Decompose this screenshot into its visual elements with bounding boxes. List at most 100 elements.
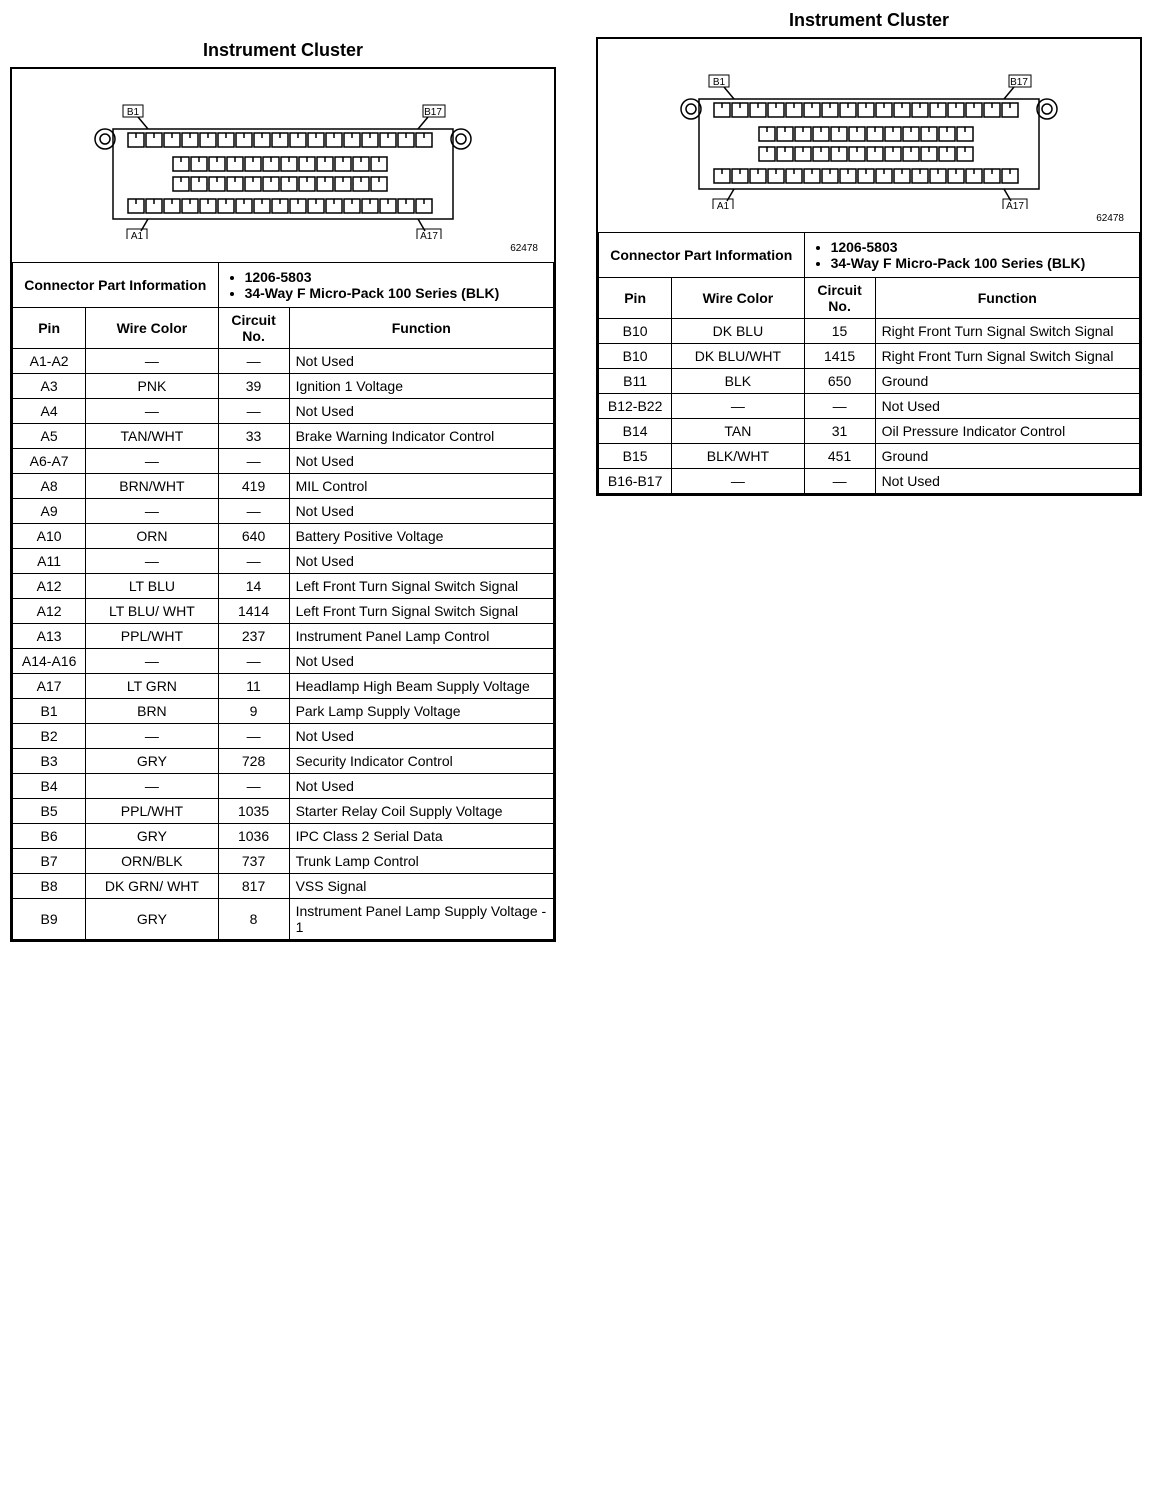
func-cell: Ground: [875, 369, 1139, 394]
table-row: B14TAN31Oil Pressure Indicator Control: [599, 419, 1140, 444]
column-headers: Pin Wire Color Circuit No. Function: [13, 308, 554, 349]
header-function: Function: [289, 308, 553, 349]
func-cell: Not Used: [289, 724, 553, 749]
pin-cell: B4: [13, 774, 86, 799]
table-row: A9——Not Used: [13, 499, 554, 524]
circuit-cell: —: [218, 349, 289, 374]
circuit-cell: 15: [804, 319, 875, 344]
pinout-table-left: Connector Part Information 1206-5803 34-…: [12, 262, 554, 940]
pin-cell: B3: [13, 749, 86, 774]
connector-info-item: 34-Way F Micro-Pack 100 Series (BLK): [831, 255, 1131, 271]
wire-cell: —: [86, 399, 218, 424]
diagram-number-right: 62478: [608, 213, 1130, 224]
pin-cell: A6-A7: [13, 449, 86, 474]
wire-cell: —: [86, 549, 218, 574]
column-headers: Pin Wire Color Circuit No. Function: [599, 278, 1140, 319]
circuit-cell: 640: [218, 524, 289, 549]
table-row: A4——Not Used: [13, 399, 554, 424]
func-cell: Not Used: [289, 449, 553, 474]
wire-cell: TAN: [672, 419, 804, 444]
table-row: B15BLK/WHT451Ground: [599, 444, 1140, 469]
pin-cell: B10: [599, 344, 672, 369]
wire-cell: PPL/WHT: [86, 799, 218, 824]
circuit-cell: 31: [804, 419, 875, 444]
func-cell: Right Front Turn Signal Switch Signal: [875, 344, 1139, 369]
circuit-cell: 9: [218, 699, 289, 724]
circuit-cell: —: [218, 499, 289, 524]
wire-cell: LT BLU: [86, 574, 218, 599]
func-cell: MIL Control: [289, 474, 553, 499]
connector-label: Connector Part Information: [13, 263, 219, 308]
func-cell: Not Used: [289, 549, 553, 574]
label-b17: B17: [1010, 77, 1028, 88]
pin-cell: A5: [13, 424, 86, 449]
right-column: Instrument Cluster B1 B17 A: [596, 10, 1142, 496]
label-b17: B17: [424, 107, 442, 118]
header-wire: Wire Color: [86, 308, 218, 349]
wire-cell: BLK: [672, 369, 804, 394]
table-row: B9GRY8Instrument Panel Lamp Supply Volta…: [13, 899, 554, 940]
left-column: Instrument Cluster: [10, 10, 556, 942]
circuit-cell: 451: [804, 444, 875, 469]
wire-cell: PPL/WHT: [86, 624, 218, 649]
func-cell: VSS Signal: [289, 874, 553, 899]
func-cell: Starter Relay Coil Supply Voltage: [289, 799, 553, 824]
func-cell: Headlamp High Beam Supply Voltage: [289, 674, 553, 699]
connector-info-item: 1206-5803: [245, 269, 545, 285]
connector-info-item: 1206-5803: [831, 239, 1131, 255]
label-b1: B1: [713, 77, 726, 88]
wire-cell: GRY: [86, 824, 218, 849]
func-cell: Not Used: [289, 399, 553, 424]
wire-cell: BRN: [86, 699, 218, 724]
pin-cell: A13: [13, 624, 86, 649]
table-row: A14-A16——Not Used: [13, 649, 554, 674]
pin-cell: B14: [599, 419, 672, 444]
connector-info: 1206-5803 34-Way F Micro-Pack 100 Series…: [218, 263, 553, 308]
section-title-right: Instrument Cluster: [596, 10, 1142, 31]
label-a1: A1: [717, 201, 730, 209]
table-row: A17LT GRN11Headlamp High Beam Supply Vol…: [13, 674, 554, 699]
label-a1: A1: [131, 231, 144, 239]
table-row: B11BLK650Ground: [599, 369, 1140, 394]
header-circuit: Circuit No.: [804, 278, 875, 319]
connector-label: Connector Part Information: [599, 233, 805, 278]
func-cell: Right Front Turn Signal Switch Signal: [875, 319, 1139, 344]
wire-cell: —: [86, 349, 218, 374]
wire-cell: DK BLU/WHT: [672, 344, 804, 369]
table-row: B8DK GRN/ WHT817VSS Signal: [13, 874, 554, 899]
circuit-cell: —: [218, 774, 289, 799]
table-row: A6-A7——Not Used: [13, 449, 554, 474]
circuit-cell: 1415: [804, 344, 875, 369]
func-cell: IPC Class 2 Serial Data: [289, 824, 553, 849]
circuit-cell: 1035: [218, 799, 289, 824]
circuit-cell: —: [804, 394, 875, 419]
pin-cell: B16-B17: [599, 469, 672, 494]
func-cell: Ignition 1 Voltage: [289, 374, 553, 399]
wire-cell: BLK/WHT: [672, 444, 804, 469]
pin-cell: A1-A2: [13, 349, 86, 374]
pin-cell: A3: [13, 374, 86, 399]
pin-cell: B2: [13, 724, 86, 749]
func-cell: Instrument Panel Lamp Supply Voltage - 1: [289, 899, 553, 940]
pin-cell: B12-B22: [599, 394, 672, 419]
wire-cell: —: [672, 469, 804, 494]
circuit-cell: —: [218, 724, 289, 749]
pin-cell: A12: [13, 599, 86, 624]
circuit-cell: 419: [218, 474, 289, 499]
func-cell: Oil Pressure Indicator Control: [875, 419, 1139, 444]
left-card: B1 B17 A1 A17 62478 Connector Part Infor…: [10, 67, 556, 942]
func-cell: Not Used: [289, 774, 553, 799]
table-row: B10DK BLU15Right Front Turn Signal Switc…: [599, 319, 1140, 344]
pin-cell: B5: [13, 799, 86, 824]
func-cell: Left Front Turn Signal Switch Signal: [289, 574, 553, 599]
wire-cell: —: [86, 724, 218, 749]
connector-header-row: Connector Part Information 1206-5803 34-…: [599, 233, 1140, 278]
table-row: A3PNK39Ignition 1 Voltage: [13, 374, 554, 399]
table-row: A12LT BLU14Left Front Turn Signal Switch…: [13, 574, 554, 599]
pin-cell: A12: [13, 574, 86, 599]
func-cell: Park Lamp Supply Voltage: [289, 699, 553, 724]
wire-cell: ORN: [86, 524, 218, 549]
table-row: B4——Not Used: [13, 774, 554, 799]
func-cell: Not Used: [875, 469, 1139, 494]
table-row: B7ORN/BLK737Trunk Lamp Control: [13, 849, 554, 874]
